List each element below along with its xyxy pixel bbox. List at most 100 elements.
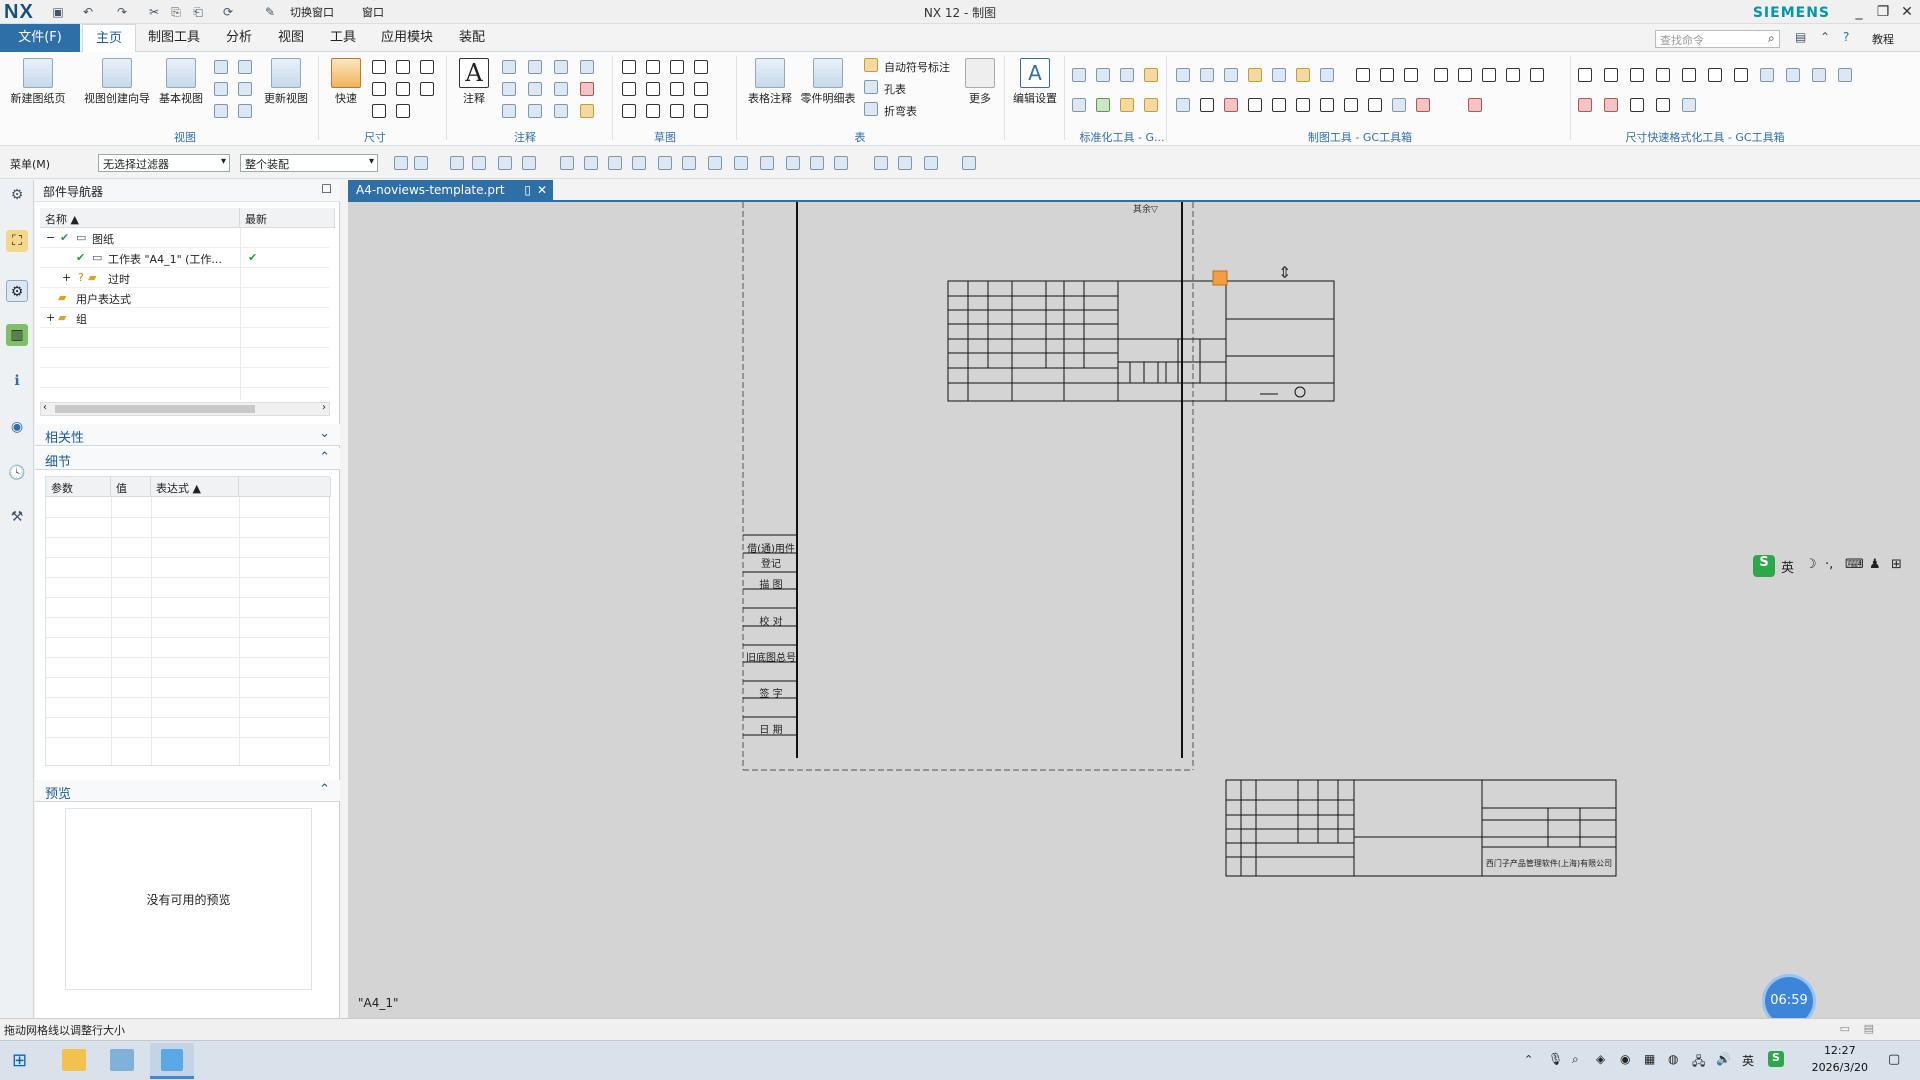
expand-toggle[interactable]: − [46,231,55,244]
select-object-icon[interactable] [414,156,428,170]
tab-analysis[interactable]: 分析 [214,24,264,52]
gc-tool-icon[interactable] [1296,68,1310,82]
tabular-note-button[interactable]: 表格注释 [744,58,796,106]
half-width-icon[interactable]: ☽ [1805,557,1817,572]
gc-tool-icon[interactable] [1176,68,1190,82]
rectangle-icon[interactable] [646,60,660,74]
snap-existing-point-icon[interactable] [810,156,824,170]
scroll-right-icon[interactable]: › [322,402,326,413]
drawing-canvas[interactable]: 其余▽ ⇕ 借(通)用件登记 描 图 校 对 旧底图总号 签 字 日 期 西门子… [348,202,1920,1018]
thickness-dimension-icon[interactable] [396,82,410,96]
hole-table-button[interactable]: 孔表 [884,81,906,97]
document-pin-icon[interactable]: ▯ [524,183,531,197]
search-icon[interactable]: ⌕ [1768,31,1775,46]
tab-application[interactable]: 应用模块 [372,24,442,52]
dim-format-icon[interactable] [1656,98,1670,112]
history-icon[interactable]: 🕓 [6,462,28,484]
fillet-icon[interactable] [670,104,684,118]
dim-format-icon[interactable] [1578,68,1592,82]
chevron-down-icon[interactable]: ⌄ [319,426,330,441]
main-menu-button[interactable]: 菜单(M) [10,156,50,172]
snap-line-icon[interactable] [608,156,622,170]
tab-tools[interactable]: 工具 [320,24,366,52]
std-tool-icon[interactable] [1120,68,1134,82]
update-view-button[interactable]: 更新视图 [258,58,314,106]
gc-tool-icon[interactable] [1200,68,1214,82]
tree-node-sheet[interactable]: ✔ ▭ 工作表 "A4_1" (工作... ✔ [40,248,330,268]
tree-node-user-expressions[interactable]: ▰ 用户表达式 [40,288,330,308]
dim-format-icon[interactable] [1734,68,1748,82]
note-button[interactable]: A 注释 [452,58,496,106]
perimeter-dimension-icon[interactable] [396,104,410,118]
hd3d-tools-icon[interactable]: ℹ [6,370,28,392]
command-search-input[interactable]: 查找命令 [1655,30,1780,48]
ime-language-toggle[interactable]: 英 [1781,557,1794,576]
hatch-icon[interactable] [580,82,594,96]
tray-app-icon[interactable]: ▦ [1644,1052,1655,1066]
surface-finish-icon[interactable] [502,82,516,96]
assembly-navigator-icon[interactable]: ⛶ [6,230,28,252]
gc-tool-icon[interactable] [1468,98,1482,112]
gc-tool-icon[interactable] [1506,68,1520,82]
search-icon[interactable]: ⌕ [1572,1052,1579,1067]
reuse-library-icon[interactable]: ▥ [6,324,28,346]
chamfer-icon[interactable] [694,104,708,118]
microphone-icon[interactable]: 🎙 [1548,1052,1563,1066]
user-icon[interactable]: ♟ [1869,557,1881,572]
sogou-ime-icon[interactable]: S [1753,555,1775,577]
dim-format-icon[interactable] [1656,68,1670,82]
gc-tool-icon[interactable] [1320,68,1334,82]
image-icon[interactable] [528,104,542,118]
input-language-indicator[interactable]: 英 [1742,1052,1754,1069]
base-view-button[interactable]: 基本视图 [156,58,206,106]
snap-intersection-icon[interactable] [786,156,800,170]
gc-tool-icon[interactable] [1434,68,1448,82]
ellipse-icon[interactable] [622,104,636,118]
bend-table-button[interactable]: 折弯表 [884,103,917,119]
gc-tool-icon[interactable] [1380,68,1394,82]
ime-toolbar[interactable]: S 英 ☽ ·, ⌨ ♟ ⊞ [1753,555,1918,577]
bend-table-icon[interactable] [864,102,878,116]
break-view-icon[interactable] [238,82,252,96]
snap-curve-icon[interactable] [632,156,646,170]
profile-icon[interactable] [622,60,636,74]
network-icon[interactable]: 🖧 [1692,1052,1705,1073]
selection-scope-dropdown[interactable]: 整个装配 [240,154,378,172]
gc-tool-icon[interactable] [1272,68,1286,82]
gc-tool-icon[interactable] [1344,98,1358,112]
dim-format-icon[interactable] [1786,68,1800,82]
gc-tool-icon[interactable] [1224,68,1238,82]
snap-arc-icon[interactable] [682,156,696,170]
auto-balloon-button[interactable]: 自动符号标注 [884,59,950,75]
centerline-icon[interactable] [554,82,568,96]
part-navigator-icon[interactable]: ⚙ [6,280,28,302]
std-tool-icon[interactable] [1096,98,1110,112]
taskbar-clock[interactable]: 12:27 2026/3/20 [1812,1042,1868,1076]
gc-tool-icon[interactable] [1458,68,1472,82]
new-sheet-button[interactable]: 新建图纸页 [6,58,70,106]
target-point-icon[interactable] [580,60,594,74]
horizontal-scrollbar[interactable]: ‹ › [40,402,330,416]
tray-app-icon[interactable]: ◉ [1620,1052,1630,1066]
magnify-icon[interactable] [502,104,516,118]
rectangle-select-icon[interactable] [522,156,536,170]
id-symbol-icon[interactable] [554,60,568,74]
gc-tool-icon[interactable] [1296,98,1310,112]
file-explorer-icon[interactable] [62,1049,86,1071]
scrollbar-thumb[interactable] [55,405,255,413]
gc-tool-icon[interactable] [1404,68,1418,82]
gc-tool-icon[interactable] [1530,68,1544,82]
status-icon[interactable]: ▤ [1864,1022,1874,1035]
radial-dimension-icon[interactable] [396,60,410,74]
drawing-view-icon[interactable] [238,104,252,118]
std-tool-icon[interactable] [1072,68,1086,82]
dim-format-icon[interactable] [1578,98,1592,112]
gc-tool-icon[interactable] [1368,98,1382,112]
tab-assembly[interactable]: 装配 [448,24,496,52]
close-button[interactable]: ✕ [1896,2,1918,22]
chevron-up-icon[interactable]: ⌃ [319,450,330,465]
chevron-up-icon[interactable]: ⌃ [319,782,330,797]
table-options-icon[interactable] [924,156,938,170]
minimize-button[interactable]: _ [1848,2,1870,22]
gc-tool-icon[interactable] [1272,98,1286,112]
